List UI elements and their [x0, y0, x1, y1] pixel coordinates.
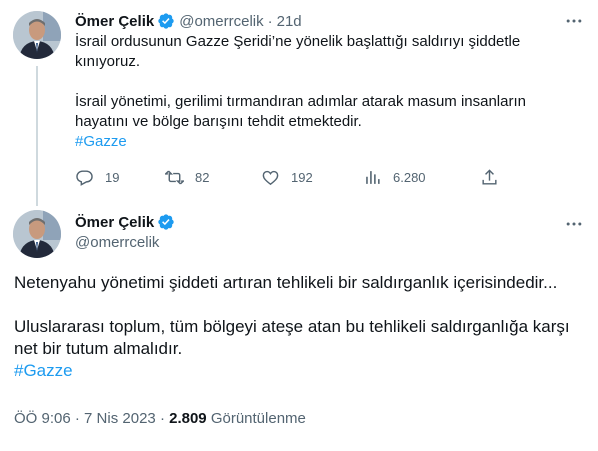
verified-badge-icon	[157, 12, 175, 30]
share-button[interactable]	[480, 168, 499, 187]
action-bar: 19 82 192 6.280	[75, 166, 505, 188]
retweet-count: 82	[195, 169, 210, 185]
retweet-icon	[165, 170, 184, 184]
hashtag-link[interactable]: #Gazze	[14, 360, 574, 382]
views-count: 2.809	[169, 410, 207, 427]
views-count: 6.280	[393, 169, 426, 185]
reply-icon	[76, 169, 93, 186]
tweet-meta: ÖÖ 9:06 · 7 Nis 2023 · 2.809 Görüntülenm…	[14, 410, 306, 427]
tweet-paragraph: Netenyahu yönetimi şiddeti artıran tehli…	[14, 273, 558, 292]
author-handle[interactable]: @omerrcelik	[75, 234, 179, 251]
tweet-text: Netenyahu yönetimi şiddeti artıran tehli…	[14, 272, 574, 382]
share-icon	[482, 168, 497, 185]
tweet-header: Ömer Çelik @omerrcelik	[75, 212, 179, 251]
author-name[interactable]: Ömer Çelik	[75, 214, 154, 231]
tweet-time[interactable]: 21d	[277, 13, 302, 30]
hashtag-link[interactable]: #Gazze	[75, 132, 575, 152]
tweet-header: Ömer Çelik @omerrcelik · 21d	[75, 11, 302, 31]
more-icon[interactable]	[562, 11, 586, 31]
tweet-paragraph: Uluslararası toplum, tüm bölgeyi ateşe a…	[14, 317, 570, 358]
tweet-text: İsrail ordusunun Gazze Şeridi’ne yönelik…	[75, 32, 575, 152]
reply-button[interactable]: 19	[75, 168, 119, 187]
tweet-date[interactable]: 7 Nis 2023	[84, 410, 156, 427]
tweet-paragraph: İsrail ordusunun Gazze Şeridi’ne yönelik…	[75, 33, 521, 70]
tweet-parent[interactable]: Ömer Çelik @omerrcelik · 21d İsrail ordu…	[0, 0, 598, 206]
author-name[interactable]: Ömer Çelik	[75, 13, 154, 30]
author-handle[interactable]: @omerrcelik	[179, 13, 263, 30]
thread-connector-line	[36, 66, 38, 206]
like-icon	[262, 170, 279, 185]
more-icon[interactable]	[562, 214, 586, 234]
retweet-button[interactable]: 82	[165, 168, 209, 187]
verified-badge-icon	[157, 213, 175, 231]
like-count: 192	[291, 169, 313, 185]
avatar[interactable]	[13, 210, 61, 258]
avatar[interactable]	[13, 11, 61, 59]
tweet-time[interactable]: ÖÖ 9:06	[14, 410, 71, 427]
separator-dot: ·	[159, 410, 165, 427]
separator-dot: ·	[74, 410, 80, 427]
views-label: Görüntülenme	[210, 410, 306, 427]
reply-count: 19	[105, 169, 120, 185]
views-button[interactable]: 6.280	[363, 168, 426, 187]
separator-dot: ·	[267, 12, 273, 30]
views-icon	[366, 170, 380, 184]
like-button[interactable]: 192	[261, 168, 313, 187]
tweet-paragraph: İsrail yönetimi, gerilimi tırmandıran ad…	[75, 93, 526, 130]
